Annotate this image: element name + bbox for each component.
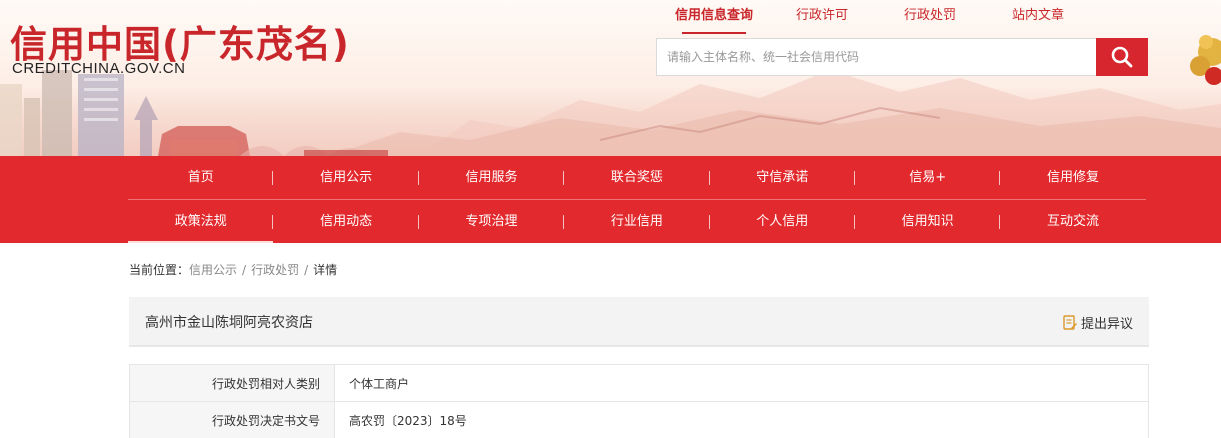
detail-title-bar: 高州市金山陈垌阿亮农资店 提出异议 bbox=[129, 297, 1149, 345]
title-bar-divider bbox=[129, 345, 1149, 347]
nav-item-personal-credit[interactable]: 个人信用 bbox=[710, 200, 855, 243]
nav-item-industry-credit[interactable]: 行业信用 bbox=[564, 200, 710, 243]
nav-label: 政策法规 bbox=[174, 214, 227, 229]
nav-item-credit-service[interactable]: 信用服务 bbox=[419, 156, 565, 199]
nav-item-credit-publicity[interactable]: 信用公示 bbox=[273, 156, 419, 199]
breadcrumb-current: 详情 bbox=[313, 263, 338, 277]
nav-item-xinyi-plus[interactable]: 信易+ bbox=[855, 156, 1001, 199]
nav-item-credit-promise[interactable]: 守信承诺 bbox=[710, 156, 855, 199]
objection-icon bbox=[1063, 315, 1077, 330]
site-domain: CREDITCHINA.GOV.CN bbox=[12, 60, 186, 77]
nav-label: 守信承诺 bbox=[756, 170, 809, 185]
table-row: 行政处罚决定书文号 高农罚〔2023〕18号 bbox=[129, 401, 1149, 438]
search-button[interactable] bbox=[1096, 38, 1148, 76]
header-banner: 信用中国(广东茂名) CREDITCHINA.GOV.CN 信用信息查询 行政许… bbox=[0, 0, 1221, 156]
search-box bbox=[656, 38, 1148, 76]
raise-objection-button[interactable]: 提出异议 bbox=[1063, 313, 1133, 332]
top-link-credit-query[interactable]: 信用信息查询 bbox=[660, 6, 768, 26]
nav-label: 信用公示 bbox=[320, 170, 373, 185]
top-link-site-articles[interactable]: 站内文章 bbox=[984, 6, 1092, 26]
nav-label: 行业信用 bbox=[610, 214, 663, 229]
breadcrumb-separator: / bbox=[304, 263, 309, 277]
nav-item-home[interactable]: 首页 bbox=[128, 156, 274, 199]
objection-label: 提出异议 bbox=[1080, 317, 1133, 332]
field-label: 行政处罚相对人类别 bbox=[129, 364, 335, 402]
search-icon bbox=[1111, 46, 1133, 68]
nav-label: 联合奖惩 bbox=[610, 170, 663, 185]
nav-item-joint-rewards[interactable]: 联合奖惩 bbox=[564, 156, 710, 199]
nav-label: 信用服务 bbox=[465, 170, 518, 185]
breadcrumb-separator: / bbox=[242, 263, 247, 277]
top-link-admin-license[interactable]: 行政许可 bbox=[768, 6, 876, 26]
table-row: 行政处罚相对人类别 个体工商户 bbox=[129, 364, 1149, 402]
field-value: 个体工商户 bbox=[334, 364, 1149, 402]
nav-label: 专项治理 bbox=[465, 214, 518, 229]
nav-row-1: 首页 信用公示 信用服务 联合奖惩 守信承诺 信易+ 信用修复 bbox=[128, 156, 1146, 199]
nav-item-interaction[interactable]: 互动交流 bbox=[1000, 200, 1145, 243]
nav-item-policy[interactable]: 政策法规 bbox=[128, 200, 274, 243]
field-value: 高农罚〔2023〕18号 bbox=[334, 401, 1149, 438]
nav-item-special-governance[interactable]: 专项治理 bbox=[419, 200, 565, 243]
top-link-admin-penalty[interactable]: 行政处罚 bbox=[876, 6, 984, 26]
field-label: 行政处罚决定书文号 bbox=[129, 401, 335, 438]
main-nav: 首页 信用公示 信用服务 联合奖惩 守信承诺 信易+ 信用修复 政策法规 信用动… bbox=[0, 156, 1221, 243]
nav-active-bar bbox=[128, 241, 274, 243]
search-input[interactable] bbox=[657, 39, 1097, 75]
breadcrumb-item-admin-penalty[interactable]: 行政处罚 bbox=[251, 263, 299, 277]
active-link-underline bbox=[682, 32, 746, 34]
nav-row-2: 政策法规 信用动态 专项治理 行业信用 个人信用 信用知识 互动交流 bbox=[128, 200, 1146, 243]
detail-table: 行政处罚相对人类别 个体工商户 行政处罚决定书文号 高农罚〔2023〕18号 bbox=[129, 364, 1149, 438]
nav-item-credit-news[interactable]: 信用动态 bbox=[273, 200, 419, 243]
nav-label: 首页 bbox=[187, 170, 214, 185]
nav-label: 信用知识 bbox=[901, 214, 954, 229]
breadcrumb-item-credit-publicity[interactable]: 信用公示 bbox=[189, 263, 237, 277]
top-links: 信用信息查询 行政许可 行政处罚 站内文章 bbox=[660, 6, 1092, 34]
entity-title: 高州市金山陈垌阿亮农资店 bbox=[145, 315, 313, 331]
nav-label: 个人信用 bbox=[756, 214, 809, 229]
breadcrumb: 当前位置：信用公示 / 行政处罚 / 详情 bbox=[129, 262, 337, 278]
breadcrumb-label: 当前位置： bbox=[129, 263, 190, 277]
nav-item-credit-repair[interactable]: 信用修复 bbox=[1000, 156, 1145, 199]
nav-item-credit-knowledge[interactable]: 信用知识 bbox=[855, 200, 1001, 243]
nav-label: 信易+ bbox=[909, 170, 947, 185]
nav-label: 信用修复 bbox=[1047, 170, 1100, 185]
nav-label: 信用动态 bbox=[320, 214, 373, 229]
nav-label: 互动交流 bbox=[1047, 214, 1100, 229]
